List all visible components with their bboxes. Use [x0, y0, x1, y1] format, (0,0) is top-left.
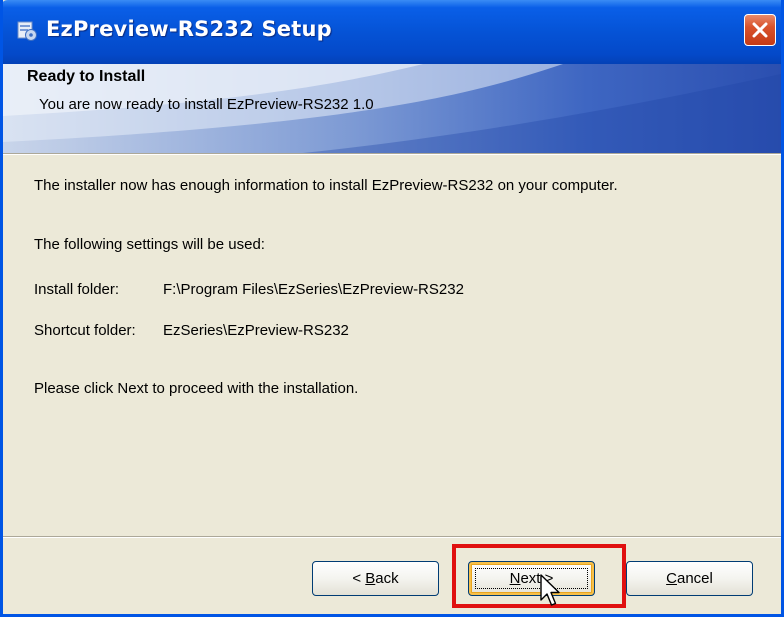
setup-window: EzPreview-RS232 Setup Ready to Install Y… — [0, 0, 784, 617]
cancel-button-label: ancel — [676, 570, 713, 587]
shortcut-folder-label: Shortcut folder: — [34, 322, 136, 339]
title-bar[interactable]: EzPreview-RS232 Setup — [3, 0, 781, 64]
back-button-label: ack — [375, 570, 399, 587]
settings-heading: The following settings will be used: — [34, 236, 265, 253]
mouse-pointer-icon — [540, 574, 560, 606]
instruction-text: Please click Next to proceed with the in… — [34, 380, 359, 397]
button-area-divider — [3, 536, 781, 538]
close-button[interactable] — [744, 14, 776, 46]
back-button-mnemonic: B — [365, 570, 376, 587]
next-highlight-box — [452, 544, 626, 608]
shortcut-folder-value: EzSeries\EzPreview-RS232 — [163, 322, 349, 339]
page-title: Ready to Install — [27, 68, 146, 85]
cancel-button-mnemonic: C — [666, 570, 677, 587]
back-button[interactable]: < Back — [312, 561, 439, 596]
install-folder-label: Install folder: — [34, 281, 120, 298]
window-title: EzPreview-RS232 Setup — [46, 17, 332, 41]
intro-text: The installer now has enough information… — [34, 177, 618, 194]
back-button-prefix: < — [352, 570, 366, 587]
close-icon — [752, 22, 768, 38]
install-folder-value: F:\Program Files\EzSeries\EzPreview-RS23… — [163, 281, 464, 298]
banner-divider — [3, 153, 781, 155]
cancel-button[interactable]: Cancel — [626, 561, 753, 596]
header-banner: Ready to Install You are now ready to in… — [3, 64, 781, 153]
page-subtitle: You are now ready to install EzPreview-R… — [39, 96, 374, 113]
installer-icon — [17, 21, 37, 41]
